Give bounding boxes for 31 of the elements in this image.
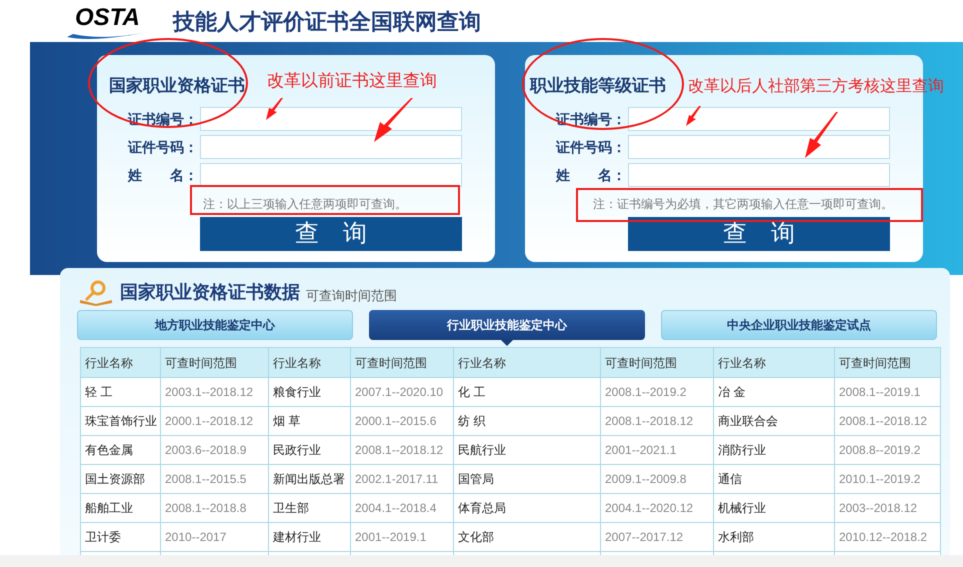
column-header: 行业名称: [454, 348, 600, 378]
annotation-text: 改革以前证书这里查询: [267, 70, 437, 92]
tab[interactable]: 中央企业职业技能鉴定试点: [661, 310, 937, 340]
input-field[interactable]: [628, 163, 890, 187]
field-label: 姓 名：: [126, 166, 199, 184]
field-label: 证件号码：: [126, 138, 199, 156]
field-label: 证件号码：: [554, 138, 627, 156]
arrow-annotation: [686, 106, 702, 126]
magnifier-book-icon: [78, 280, 114, 306]
panel-title: 国家职业资格证书数据: [120, 281, 300, 304]
site-title: 技能人才评价证书全国联网查询: [173, 8, 481, 36]
tab[interactable]: 地方职业技能鉴定中心: [77, 310, 353, 340]
panel-subtitle: 可查询时间范围: [306, 286, 397, 304]
query-button[interactable]: 查 询: [200, 217, 462, 251]
note-text: 注：证书编号为必填，其它两项输入任意一项即可查询。: [593, 196, 893, 213]
logo-text: OSTA: [75, 6, 140, 30]
query-button[interactable]: 查 询: [628, 217, 890, 251]
card-title: 国家职业资格证书: [109, 75, 245, 97]
input-field[interactable]: [200, 163, 462, 187]
arrow-annotation: [374, 98, 414, 142]
input-field[interactable]: [200, 107, 462, 131]
arrow-annotation: [805, 112, 839, 158]
input-field[interactable]: [628, 135, 890, 159]
note-text: 注：以上三项输入任意两项即可查询。: [203, 196, 407, 213]
card-title: 职业技能等级证书: [530, 75, 666, 97]
arrow-annotation: [266, 98, 284, 120]
column-header: 行业名称: [80, 348, 160, 378]
field-label: 姓 名：: [554, 166, 627, 184]
input-field[interactable]: [628, 107, 890, 131]
input-field[interactable]: [200, 135, 462, 159]
column-header: 行业名称: [714, 348, 834, 378]
